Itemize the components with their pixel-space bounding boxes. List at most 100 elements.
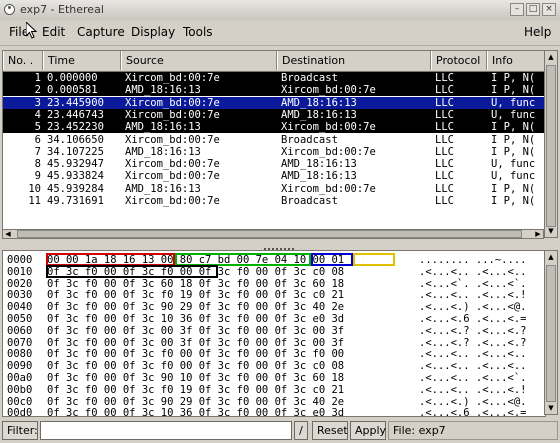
packet-cell-source: AMD_18:16:13 xyxy=(125,121,201,134)
pane-resize-grip-icon[interactable] xyxy=(262,242,298,250)
menu-help[interactable]: Help xyxy=(524,25,551,39)
packet-row[interactable]: 1 0.000000 Xircom_bd:00:7e Broadcast LLC I P,… xyxy=(3,72,545,84)
packet-cell-no: 8 xyxy=(34,158,41,171)
packet-row[interactable]: 10 45.939284 AMD_18:16:13 Xircom_bd:00:7e LL… xyxy=(3,182,545,195)
scroll-up-icon[interactable]: ▲ xyxy=(545,51,557,63)
menu-capture[interactable]: Capture xyxy=(77,25,125,39)
filter-input[interactable] xyxy=(40,421,292,440)
hex-ascii: .<...<.. .<...<.. xyxy=(419,265,527,278)
column-header-source[interactable]: Source xyxy=(121,51,277,70)
packet-cell-time: 34.107225 xyxy=(47,145,104,158)
menu-bar: File Edit Capture Display Tools Help xyxy=(0,20,560,46)
packet-cell-time: 23.446743 xyxy=(47,108,104,121)
hex-ascii: .<...<`. .<...<`. xyxy=(419,277,527,290)
column-header-protocol[interactable]: Protocol xyxy=(431,51,487,70)
hex-offset: 0070 xyxy=(7,336,33,349)
close-icon[interactable]: × xyxy=(542,3,556,16)
scroll-right-icon[interactable]: ▶ xyxy=(533,230,543,238)
hex-dump-vertical-scrollbar[interactable]: ▲ ▼ xyxy=(544,250,558,415)
hex-ascii: .<...<.? .<...<.? xyxy=(419,336,527,349)
menu-display[interactable]: Display xyxy=(131,25,175,39)
hex-row[interactable]: 0090 0f 3c f0 00 0f 3c f0 00 0f 3c f0 00 … xyxy=(3,360,543,372)
scroll-up-icon[interactable]: ▲ xyxy=(545,251,557,263)
hex-row[interactable]: 0080 0f 3c f0 00 0f 3c f0 00 0f 3c f0 00 … xyxy=(3,348,543,360)
hex-row[interactable]: 0050 0f 3c f0 00 0f 3c 10 36 0f 3c f0 00 … xyxy=(3,313,543,325)
scrollbar-thumb[interactable] xyxy=(17,230,522,238)
packet-row[interactable]: 6 34.106650 Xircom_bd:00:7e Broadcast LLC I P… xyxy=(3,134,545,146)
packet-cell-protocol: LLC xyxy=(435,170,454,183)
packet-cell-info: I P, N( xyxy=(491,195,536,207)
packet-cell-source: Xircom_bd:00:7e xyxy=(125,195,220,207)
highlight-box-yellow xyxy=(353,253,395,266)
hex-row[interactable]: 00b0 0f 3c f0 00 0f 3c f0 19 0f 3c f0 00 … xyxy=(3,384,543,396)
column-header-time[interactable]: Time xyxy=(43,51,121,70)
filter-button[interactable]: Filter: xyxy=(2,421,38,440)
packet-cell-destination: Xircom_bd:00:7e xyxy=(281,121,376,134)
apply-button[interactable]: Apply xyxy=(350,421,386,440)
menu-edit[interactable]: Edit xyxy=(42,25,65,39)
packet-cell-destination: Broadcast xyxy=(281,195,338,207)
filter-expression-button[interactable]: / xyxy=(294,421,308,440)
hex-row[interactable]: 0070 0f 3c f0 00 0f 3c 00 3f 0f 3c f0 00 … xyxy=(3,337,543,349)
packet-row[interactable]: 4 23.446743 Xircom_bd:00:7e AMD_18:16:13 LLC… xyxy=(3,108,545,121)
hex-row[interactable]: 0060 0f 3c f0 00 0f 3c 00 3f 0f 3c f0 00 … xyxy=(3,325,543,337)
column-header-info[interactable]: Info xyxy=(487,51,545,70)
hex-hex: 0f 3c f0 00 0f 3c 10 36 0f 3c f0 00 0f 3… xyxy=(47,407,345,417)
maximize-icon[interactable]: □ xyxy=(526,3,540,16)
packet-cell-source: AMD_18:16:13 xyxy=(125,145,201,158)
packet-cell-protocol: LLC xyxy=(435,121,454,134)
hex-row[interactable]: 0020 0f 3c f0 00 0f 3c 60 18 0f 3c f0 00 … xyxy=(3,278,543,290)
packet-row[interactable]: 7 34.107225 AMD_18:16:13 Xircom_bd:00:7e LLC… xyxy=(3,145,545,158)
hex-offset: 0000 xyxy=(7,254,33,266)
scroll-down-icon[interactable]: ▼ xyxy=(545,402,557,414)
packet-cell-source: Xircom_bd:00:7e xyxy=(125,72,220,84)
column-header-no[interactable]: No. . xyxy=(3,51,43,70)
packet-cell-protocol: LLC xyxy=(435,195,454,207)
hex-hex: 0f 3c f0 00 0f 3c 90 29 0f 3c f0 00 0f 3… xyxy=(47,301,345,314)
packet-cell-info: U, func xyxy=(491,158,536,171)
packet-cell-source: Xircom_bd:00:7e xyxy=(125,170,220,183)
packet-row[interactable]: 8 45.932947 Xircom_bd:00:7e AMD_18:16:13 LLC… xyxy=(3,158,545,171)
packet-row[interactable]: 2 0.000581 AMD_18:16:13 Xircom_bd:00:7e LLC I… xyxy=(3,84,545,97)
hex-ascii: .<...<.. .<...<.! xyxy=(419,383,527,396)
packet-cell-no: 9 xyxy=(34,170,41,183)
hex-row[interactable]: 0040 0f 3c f0 00 0f 3c 90 29 0f 3c f0 00 … xyxy=(3,301,543,313)
window-title: exp7 - Ethereal xyxy=(20,3,104,16)
title-bar: exp7 - Ethereal – □ × xyxy=(0,0,560,21)
packet-cell-no: 7 xyxy=(34,145,41,158)
scroll-left-icon[interactable]: ◀ xyxy=(3,230,13,238)
menu-tools[interactable]: Tools xyxy=(183,25,213,39)
packet-list-horizontal-scrollbar[interactable]: ◀ ▶ xyxy=(2,229,544,239)
highlight-box-black xyxy=(46,265,218,278)
hex-ascii: .<...<.6 .<...<.= xyxy=(419,313,527,325)
hex-hex: 0f 3c f0 00 0f 3c f0 19 0f 3c f0 00 0f 3… xyxy=(47,289,345,302)
scrollbar-thumb[interactable] xyxy=(546,65,556,227)
packet-row[interactable]: 11 49.731691 Xircom_bd:00:7e Broadcast LLC I … xyxy=(3,195,545,207)
scroll-down-icon[interactable]: ▼ xyxy=(545,225,557,237)
minimize-icon[interactable]: – xyxy=(510,3,524,16)
hex-ascii: .<...<.. .<...<.. xyxy=(419,360,527,373)
packet-cell-destination: Xircom_bd:00:7e xyxy=(281,182,376,195)
packet-cell-no: 4 xyxy=(34,108,41,121)
packet-row[interactable]: 9 45.933824 Xircom_bd:00:7e AMD_18:16:13 LLC… xyxy=(3,170,545,183)
window-menu-icon[interactable] xyxy=(4,4,15,15)
packet-list-vertical-scrollbar[interactable]: ▲ ▼ xyxy=(544,50,558,238)
hex-hex: 0f 3c f0 00 0f 3c 90 29 0f 3c f0 00 0f 3… xyxy=(47,395,345,408)
packet-cell-info: I P, N( xyxy=(491,182,536,195)
packet-cell-no: 11 xyxy=(28,195,41,207)
hex-row[interactable]: 00a0 0f 3c f0 00 0f 3c 90 10 0f 3c f0 00 … xyxy=(3,372,543,384)
hex-offset: 00b0 xyxy=(7,383,33,396)
packet-row[interactable]: 5 23.452230 AMD_18:16:13 Xircom_bd:00:7e LLC… xyxy=(3,121,545,134)
hex-hex: 0f 3c f0 00 0f 3c f0 00 0f 3c f0 00 0f 3… xyxy=(47,348,345,361)
packet-cell-source: AMD_18:16:13 xyxy=(125,182,201,195)
hex-row[interactable]: 00c0 0f 3c f0 00 0f 3c 90 29 0f 3c f0 00 … xyxy=(3,396,543,408)
packet-row[interactable]: 3 23.445900 Xircom_bd:00:7e AMD_18:16:13 LLC… xyxy=(3,96,545,109)
scrollbar-thumb[interactable] xyxy=(546,265,556,402)
reset-button[interactable]: Reset xyxy=(312,421,348,440)
hex-offset: 00d0 xyxy=(7,407,33,417)
hex-ascii: .<...<.. .<...<.! xyxy=(419,289,527,302)
hex-row[interactable]: 00d0 0f 3c f0 00 0f 3c 10 36 0f 3c f0 00 … xyxy=(3,407,543,417)
hex-ascii: .<...<.) .<...<@. xyxy=(419,395,527,408)
hex-row[interactable]: 0030 0f 3c f0 00 0f 3c f0 19 0f 3c f0 00 … xyxy=(3,289,543,301)
column-header-destination[interactable]: Destination xyxy=(277,51,431,70)
